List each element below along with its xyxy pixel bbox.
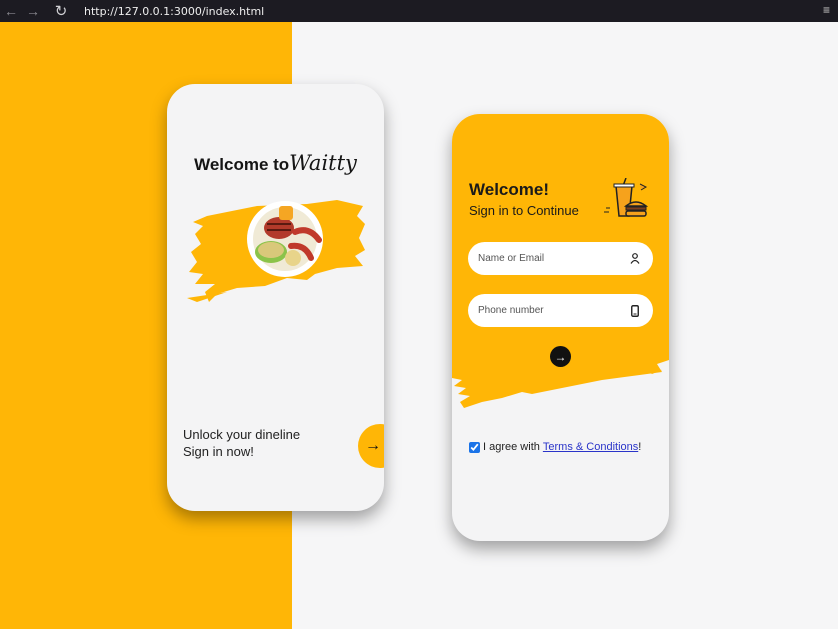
agree-checkbox[interactable] [469,441,480,453]
welcome-prefix: Welcome to [194,155,290,174]
intro-phone-card: Welcome toWaitty Unlock your dineline Si… [167,84,384,511]
mobile-phone-icon [629,304,641,317]
user-icon [629,253,641,265]
back-arrow-icon[interactable]: ← [0,0,22,22]
grilled-food-plate-icon [187,200,365,302]
arrow-right-icon: → [365,437,381,454]
name-email-input[interactable] [478,253,629,264]
hamburger-menu-icon[interactable]: ≡ [823,3,830,17]
browser-toolbar: ← → ↻ http://127.0.0.1:3000/index.html ≡ [0,0,838,22]
name-email-field[interactable] [468,242,653,275]
agree-label: I agree with [483,441,540,453]
get-started-button[interactable]: → [358,424,384,468]
signin-phone-card: Welcome! Sign in to Continue → I agree w… [452,114,669,541]
address-bar-url[interactable]: http://127.0.0.1:3000/index.html [84,5,264,18]
fast-food-icon [604,178,649,217]
signin-title: Welcome! [469,180,549,199]
phone-number-field[interactable] [468,294,653,327]
signin-subtitle: Sign in to Continue [469,203,579,218]
phone-number-input[interactable] [478,305,629,316]
welcome-heading: Welcome toWaitty [167,151,384,175]
arrow-right-icon: → [554,349,567,364]
terms-agreement: I agree with Terms & Conditions ! [469,441,641,453]
brand-name: Waitty [289,151,357,175]
tagline: Unlock your dineline Sign in now! [183,426,300,460]
tagline-line-2: Sign in now! [183,444,254,459]
tagline-line-1: Unlock your dineline [183,427,301,442]
forward-arrow-icon[interactable]: → [22,0,44,22]
submit-button[interactable]: → [550,346,571,367]
terms-suffix: ! [638,441,642,453]
reload-icon[interactable]: ↻ [50,0,72,22]
terms-link[interactable]: Terms & Conditions [543,441,638,453]
